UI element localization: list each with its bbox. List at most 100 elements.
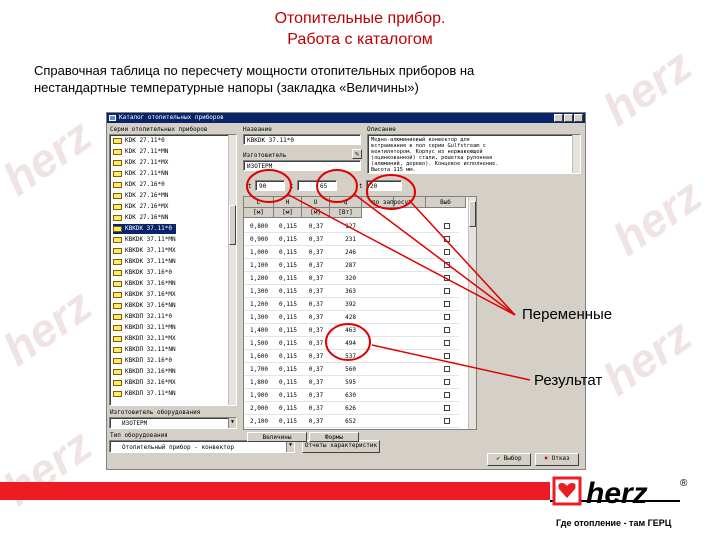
list-item[interactable]: KBKDK 37.11*MX [113,246,176,256]
folder-icon [113,379,122,386]
manufacturer-field-value: ИЗОТЕРМ [247,163,273,170]
table-cell: 1,500 [249,340,269,347]
catalog-window: Каталог отопительных приборов Серии отоп… [106,112,586,470]
row-checkbox[interactable] [444,366,450,372]
table-row[interactable]: 1,200 0,115 0,37 392 [244,298,468,311]
table-row[interactable]: 1,700 0,115 0,37 560 [244,363,468,376]
folder-icon [113,258,122,265]
select-button[interactable]: ✔ Выбор [487,453,531,466]
list-item-label: KBKDП 32.11*MN [125,324,176,331]
table-row[interactable]: 1,900 0,115 0,37 630 [244,389,468,402]
table-row[interactable]: 2,000 0,115 0,37 626 [244,402,468,415]
table-row[interactable]: 1,300 0,115 0,37 428 [244,311,468,324]
list-item[interactable]: KBKDП 32.16*0 [113,356,172,366]
list-item[interactable]: KBKDП 37.11*NN [113,389,176,399]
table-row[interactable]: 1,300 0,115 0,37 363 [244,285,468,298]
slide-subtitle-line2: нестандартные температурные напоры (закл… [34,80,419,95]
table-row[interactable]: 1,400 0,115 0,37 463 [244,324,468,337]
window-title: Каталог отопительных приборов [119,114,224,121]
list-item[interactable]: KBKDП 32.11*MN [113,323,176,333]
row-checkbox[interactable] [444,223,450,229]
folder-icon [113,313,122,320]
list-item-label: KBKDK 37.11*NN [125,258,176,265]
list-item[interactable]: KDK 27.16*0 [113,180,165,190]
row-checkbox[interactable] [444,327,450,333]
list-item[interactable]: KBKDП 32.16*MN [113,367,176,377]
row-checkbox[interactable] [444,314,450,320]
close-button[interactable] [574,114,583,122]
list-item[interactable]: KBKDП 32.11*MX [113,334,176,344]
manufacturer-field[interactable]: ИЗОТЕРМ [243,160,361,171]
list-item[interactable]: KBKDK 37.16*MX [113,290,176,300]
row-checkbox[interactable] [444,418,450,424]
list-item[interactable]: KBKDK 37.16*NN [113,301,176,311]
list-item[interactable]: KBKDП 32.16*MX [113,378,176,388]
table-cell: 1,000 [249,249,269,256]
maximize-button[interactable] [564,114,573,122]
edit-pencil-icon[interactable]: ✎ [352,149,362,159]
table-cell: 652 [345,418,356,425]
tab-other[interactable]: Формы [309,432,359,442]
series-scroll-thumb[interactable] [229,205,236,245]
row-checkbox[interactable] [444,236,450,242]
description-scrollbar[interactable] [572,135,580,173]
param-t2-field[interactable]: 65 [297,180,337,191]
row-checkbox[interactable] [444,262,450,268]
list-item[interactable]: KBKDK 37.16*0 [113,268,172,278]
list-item[interactable]: KDK 27.11*NN [113,169,168,179]
list-item-label: KBKDK 37.16*MX [125,291,176,298]
description-box[interactable]: Медно-алюминиевый конвектор для встраиван… [367,134,581,174]
table-row[interactable]: 2,100 0,115 0,37 652 [244,415,468,428]
row-checkbox[interactable] [444,340,450,346]
param-t1-field[interactable]: 90 [255,180,285,191]
list-item[interactable]: KBKDП 32.11*0 [113,312,172,322]
list-item[interactable]: KBKDK 37.11*0 [113,224,176,234]
window-titlebar[interactable]: Каталог отопительных приборов [107,113,585,123]
table-row[interactable]: 0,800 0,115 0,37 127 [244,220,468,233]
row-checkbox[interactable] [444,288,450,294]
list-item[interactable]: KBKDП 32.11*NN [113,345,176,355]
list-item[interactable]: KBKDK 37.11*NN [113,257,176,267]
row-checkbox[interactable] [444,392,450,398]
results-table[interactable]: L H U Q Выб [м] [м] [м] [Вт] 0,800 0,115 0,37 127 0,… [243,196,477,430]
table-row[interactable]: 1,200 0,115 0,37 320 [244,272,468,285]
table-unit-cell: [м] [302,208,330,218]
minimize-button[interactable] [554,114,563,122]
table-row[interactable]: 1,500 0,115 0,37 494 [244,337,468,350]
cancel-button[interactable]: ✖ Отказ [535,453,579,466]
table-row[interactable]: 0,900 0,115 0,37 231 [244,233,468,246]
row-checkbox[interactable] [444,301,450,307]
row-checkbox[interactable] [444,405,450,411]
series-scrollbar[interactable] [228,135,236,405]
list-item[interactable]: KDK 27.16*NN [113,213,168,223]
list-item[interactable]: KDK 27.11*0 [113,136,165,146]
table-row[interactable]: 1,600 0,115 0,37 537 [244,350,468,363]
row-checkbox[interactable] [444,353,450,359]
list-item[interactable]: KDK 27.16*MX [113,202,168,212]
equipment-type-label: Тип оборудования [110,432,168,439]
name-label: Название [243,126,272,133]
list-item[interactable]: KDK 27.16*MN [113,191,168,201]
name-field-value: KBKDK 37.11*0 [247,137,294,144]
name-field[interactable]: KBKDK 37.11*0 [243,134,361,145]
list-item-label: KBKDK 37.11*MN [125,236,176,243]
list-item[interactable]: KBKDK 37.16*MN [113,279,176,289]
table-scrollbar[interactable] [468,197,476,429]
series-list[interactable]: KDK 27.11*0 KDK 27.11*MN KDK 27.11*MX KDK 2… [109,134,237,406]
row-checkbox[interactable] [444,275,450,281]
param-t3-field[interactable]: 20 [366,180,402,191]
chevron-down-icon[interactable]: ▼ [228,418,236,428]
list-item[interactable]: KDK 27.11*MX [113,158,168,168]
table-row[interactable]: 1,000 0,115 0,37 246 [244,246,468,259]
row-checkbox[interactable] [444,379,450,385]
tab-values[interactable]: Величины [247,432,307,442]
manufacturer-select[interactable]: ИЗОТЕРМ ▼ [109,417,237,429]
table-cell: 246 [345,249,356,256]
table-row[interactable]: 1,800 0,115 0,37 595 [244,376,468,389]
list-item[interactable]: KBKDK 37.11*MN [113,235,176,245]
table-scroll-thumb[interactable] [469,201,476,227]
table-row[interactable]: 1,100 0,115 0,37 287 [244,259,468,272]
row-checkbox[interactable] [444,249,450,255]
list-item[interactable]: KDK 27.11*MN [113,147,168,157]
list-item-label: KBKDП 32.16*MN [125,368,176,375]
